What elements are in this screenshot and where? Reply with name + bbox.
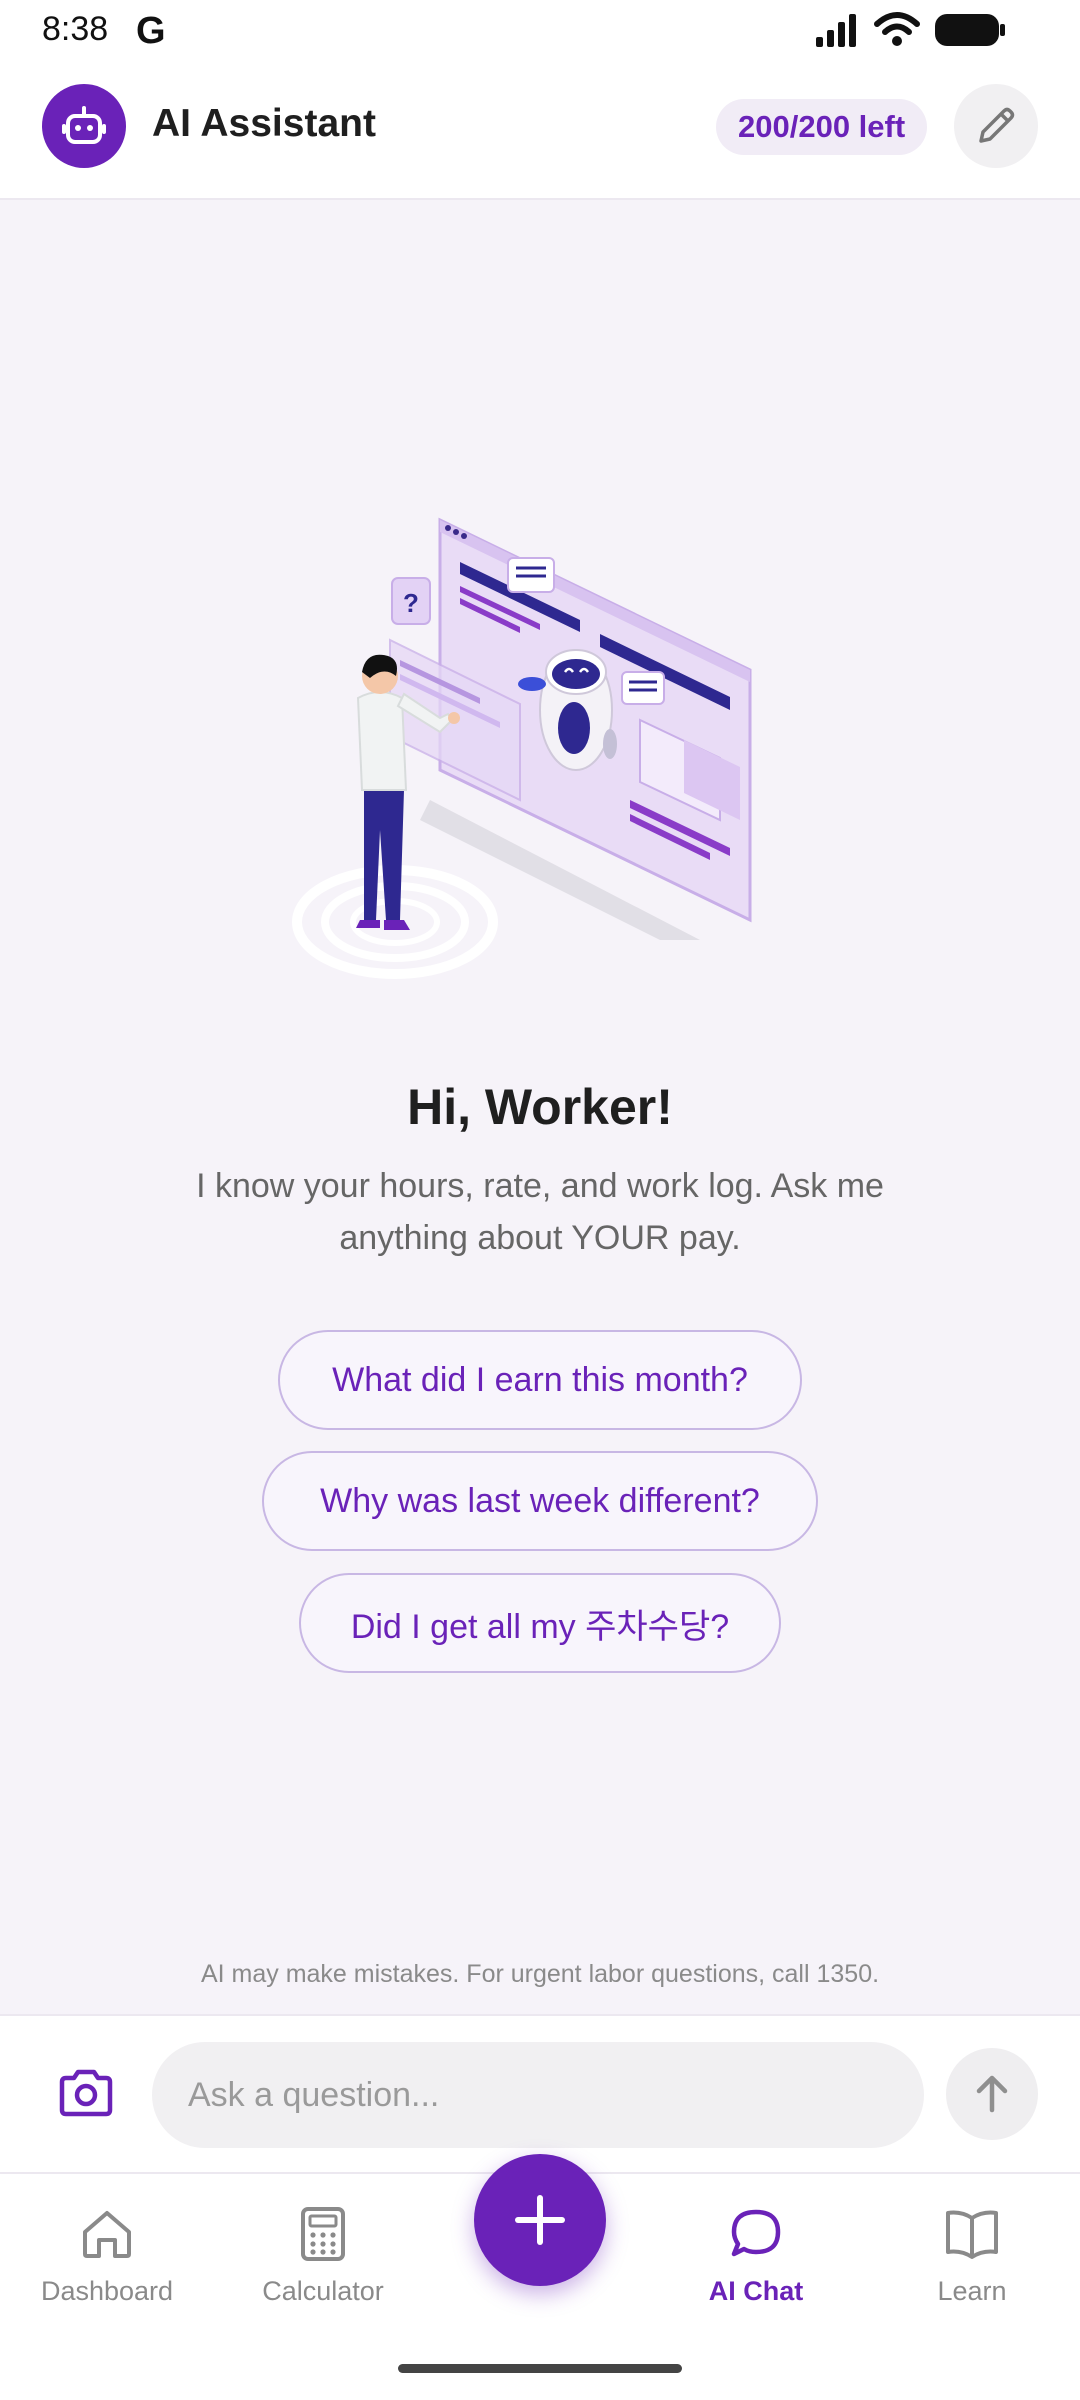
nav-label: Dashboard [40,2276,174,2306]
book-icon [942,2204,1002,2264]
send-button[interactable] [946,2048,1038,2140]
svg-text:?: ? [403,588,419,618]
nav-label: Calculator [262,2276,384,2306]
status-time: 8:38 [42,10,109,48]
plus-icon [515,2195,565,2245]
arrow-up-icon [976,2075,1008,2113]
nav-item-dashboard[interactable]: Dashboard [17,2204,197,2334]
page-title: AI Assistant [152,102,376,145]
add-entry-button[interactable] [474,2154,606,2286]
disclaimer-text: AI may make mistakes. For urgent labor q… [200,1960,880,1988]
camera-button[interactable] [56,2066,120,2126]
battery-icon [935,14,1005,46]
camera-icon [59,2069,113,2117]
quota-badge: 200/200 left [716,99,928,155]
suggestion-chip[interactable]: What did I earn this month? [278,1330,802,1430]
greeting-title: Hi, Worker! [407,1079,673,1135]
nav-label: Learn [937,2276,1007,2306]
suggestion-chip[interactable]: Did I get all my 주차수당? [299,1573,781,1673]
new-chat-button[interactable] [954,84,1038,168]
assistant-avatar [42,84,126,168]
app-header: AI Assistant 200/200 left [0,62,1080,200]
home-indicator[interactable] [398,2364,682,2373]
nav-label: AI Chat [708,2276,804,2306]
signal-icon [816,14,856,47]
message-composer [0,2014,1080,2172]
google-icon: G [136,10,166,52]
robot-icon [62,106,106,144]
question-input[interactable] [152,2042,924,2148]
wifi-icon [874,12,920,46]
status-bar: 8:38 G [0,0,1080,62]
status-icons [814,12,1006,48]
home-icon [77,2204,137,2264]
hero-illustration: ? [292,517,752,979]
pencil-icon [979,107,1015,143]
nav-item-calculator[interactable]: Calculator [233,2204,413,2334]
calculator-icon [293,2204,353,2264]
chat-bubble-icon [726,2204,786,2264]
suggestion-chip[interactable]: Why was last week different? [262,1451,818,1551]
nav-item-learn[interactable]: Learn [882,2204,1062,2334]
nav-item-ai-chat[interactable]: AI Chat [666,2204,846,2334]
greeting-subtitle: I know your hours, rate, and work log. A… [196,1167,884,1257]
